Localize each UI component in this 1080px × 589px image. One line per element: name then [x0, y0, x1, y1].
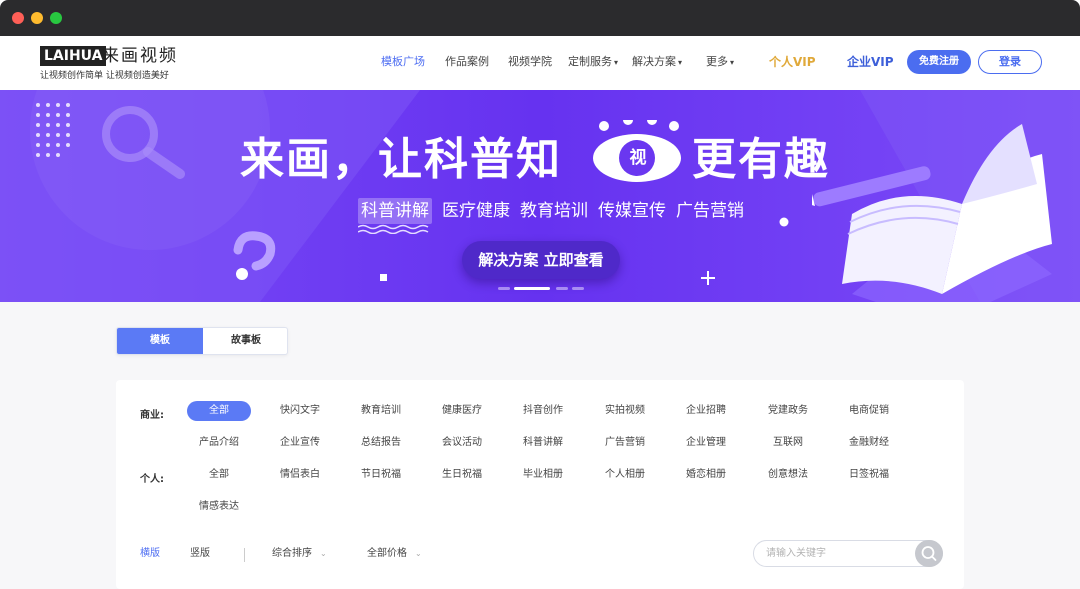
login-button[interactable]: 登录: [978, 50, 1042, 74]
nav-works-cases[interactable]: 作品案例: [445, 36, 489, 90]
orientation-vertical[interactable]: 竖版: [190, 540, 210, 568]
search-button[interactable]: [915, 540, 943, 567]
content-type-tabs: 模板 故事板: [116, 327, 288, 355]
circle-decoration: [779, 217, 789, 227]
carousel-dot[interactable]: [498, 287, 510, 290]
plus-decoration: [701, 271, 715, 285]
hero-banner[interactable]: 来画，让科普知 视 更有趣 科普讲解 医疗健康 教育培训 传媒宣传 广告营销 解决方案 …: [0, 90, 1080, 302]
personal-tag[interactable]: 全部: [187, 465, 251, 485]
chevron-down-icon: ▾: [678, 58, 683, 67]
wave-underline: [358, 224, 429, 234]
personal-tag[interactable]: 节日祝福: [349, 465, 413, 485]
business-tag[interactable]: 广告营销: [593, 433, 657, 453]
filter-bar: 横版 竖版 综合排序 ⌄ 全部价格 ⌄: [116, 540, 964, 570]
topic-item: 科普讲解: [358, 198, 432, 224]
business-tag[interactable]: 快闪文字: [268, 401, 332, 421]
tab-template[interactable]: 模板: [117, 328, 203, 354]
open-book-illustration: [812, 124, 1052, 302]
business-tag[interactable]: 总结报告: [349, 433, 413, 453]
category-filter-panel: 商业: 全部 快闪文字 教育培训 健康医疗 抖音创作 实拍视频 企业招聘 党建政…: [116, 380, 964, 589]
nav-solutions[interactable]: 解决方案 ▾: [632, 36, 682, 90]
square-decoration: [380, 274, 387, 281]
dot-grid-decoration: [36, 103, 70, 157]
business-tag[interactable]: 会议活动: [430, 433, 494, 453]
personal-tag[interactable]: 生日祝福: [430, 465, 494, 485]
business-tag[interactable]: 金融财经: [837, 433, 901, 453]
carousel-dot-active[interactable]: [514, 287, 550, 290]
business-tag[interactable]: 企业招聘: [674, 401, 738, 421]
search-box: [753, 540, 943, 567]
site-logo[interactable]: LAIHUA 来画视频 让视频创作简单 让视频创造美好: [40, 46, 180, 81]
minimize-window-button[interactable]: [31, 12, 43, 24]
sort-dropdown[interactable]: 综合排序 ⌄: [272, 540, 327, 568]
personal-label: 个人:: [140, 474, 164, 485]
business-tag[interactable]: 教育培训: [349, 401, 413, 421]
nav-more[interactable]: 更多 ▾: [706, 36, 734, 90]
personal-tag[interactable]: 日签祝福: [837, 465, 901, 485]
banner-title: 来画，让科普知: [240, 134, 562, 185]
browser-viewport: LAIHUA 来画视频 让视频创作简单 让视频创造美好 模板广场 作品案例 视频…: [0, 36, 1080, 589]
orientation-horizontal[interactable]: 横版: [140, 540, 160, 568]
window-titlebar: [0, 0, 1080, 36]
price-dropdown[interactable]: 全部价格 ⌄: [367, 540, 422, 568]
eye-character: 视: [629, 148, 647, 168]
business-tag[interactable]: 全部: [187, 401, 251, 421]
chevron-down-icon: ⌄: [320, 549, 327, 558]
personal-tag[interactable]: 情侣表白: [268, 465, 332, 485]
search-input[interactable]: [766, 541, 916, 566]
personal-tag[interactable]: 个人相册: [593, 465, 657, 485]
personal-tag[interactable]: 婚恋相册: [674, 465, 738, 485]
tab-storyboard[interactable]: 故事板: [203, 328, 287, 354]
register-button[interactable]: 免费注册: [907, 50, 971, 74]
nav-template-square[interactable]: 模板广场: [381, 36, 425, 90]
nav-video-academy[interactable]: 视频学院: [508, 36, 552, 90]
carousel-dot[interactable]: [572, 287, 584, 290]
carousel-dot[interactable]: [556, 287, 568, 290]
topic-item: 教育培训: [520, 201, 588, 221]
business-tag[interactable]: 健康医疗: [430, 401, 494, 421]
business-tag[interactable]: 党建政务: [756, 401, 820, 421]
business-tag[interactable]: 电商促销: [837, 401, 901, 421]
topic-item: 传媒宣传: [598, 201, 666, 221]
close-window-button[interactable]: [12, 12, 24, 24]
nav-business-vip[interactable]: 企业VIP: [847, 36, 894, 90]
question-mark-icon: [233, 231, 276, 280]
banner-topics: 科普讲解 医疗健康 教育培训 传媒宣传 广告营销: [358, 198, 754, 224]
topic-item: 医疗健康: [442, 201, 510, 221]
chevron-down-icon: ▾: [614, 58, 619, 67]
sort-label: 综合排序: [272, 548, 312, 559]
logo-latin: LAIHUA: [40, 46, 107, 66]
business-tag[interactable]: 抖音创作: [511, 401, 575, 421]
business-tag[interactable]: 科普讲解: [511, 433, 575, 453]
personal-tag[interactable]: 毕业相册: [511, 465, 575, 485]
business-tag[interactable]: 实拍视频: [593, 401, 657, 421]
chevron-down-icon: ⌄: [415, 549, 422, 558]
topic-item: 广告营销: [676, 201, 744, 221]
business-tag[interactable]: 企业宣传: [268, 433, 332, 453]
chevron-down-icon: ▾: [730, 58, 735, 67]
logo-slogan: 让视频创作简单 让视频创造美好: [40, 71, 169, 81]
business-label: 商业:: [140, 410, 164, 421]
solutions-cta-button[interactable]: 解决方案 立即查看: [462, 241, 620, 279]
price-label: 全部价格: [367, 548, 407, 559]
filter-divider: [244, 548, 245, 562]
business-tag[interactable]: 产品介绍: [187, 433, 251, 453]
magnifier-icon: [102, 106, 185, 179]
personal-tag[interactable]: 创意想法: [756, 465, 820, 485]
logo-chinese: 来画视频: [102, 46, 178, 66]
business-tag[interactable]: 企业管理: [674, 433, 738, 453]
search-icon: [921, 546, 937, 561]
personal-tag[interactable]: 情感表达: [187, 497, 251, 517]
site-header: LAIHUA 来画视频 让视频创作简单 让视频创造美好 模板广场 作品案例 视频…: [0, 36, 1080, 90]
banner-title-tail: 更有趣: [692, 134, 830, 185]
nav-custom-service[interactable]: 定制服务 ▾: [568, 36, 618, 90]
business-tag[interactable]: 互联网: [756, 433, 820, 453]
maximize-window-button[interactable]: [50, 12, 62, 24]
nav-personal-vip[interactable]: 个人VIP: [769, 36, 816, 90]
